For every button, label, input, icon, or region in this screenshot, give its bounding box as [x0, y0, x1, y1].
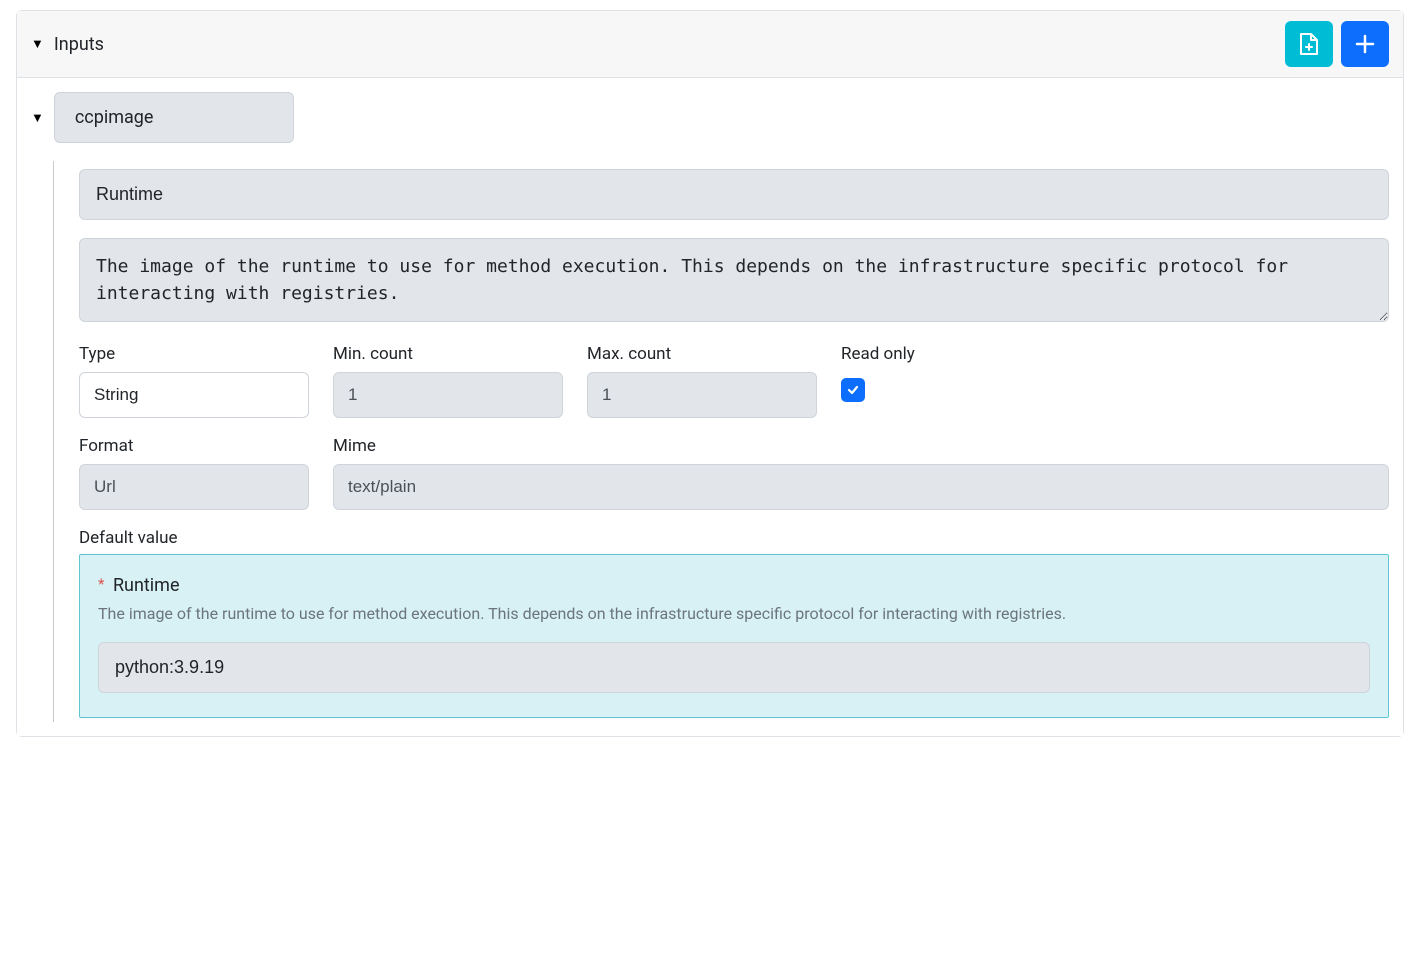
entry-title-field[interactable]: [79, 169, 1389, 220]
max-count-group: Max. count: [587, 344, 817, 418]
max-count-label: Max. count: [587, 344, 817, 364]
mime-label: Mime: [333, 436, 1389, 456]
entry-details: The image of the runtime to use for meth…: [53, 161, 1389, 722]
collapse-toggle-icon[interactable]: ▼: [31, 36, 44, 52]
plus-icon: [1354, 33, 1376, 55]
properties-row-1: Type Min. count Max. count Read only: [79, 344, 1389, 418]
check-icon: [846, 383, 860, 397]
min-count-group: Min. count: [333, 344, 563, 418]
read-only-group: Read only: [841, 344, 1071, 402]
format-group: Format: [79, 436, 309, 510]
entry-header-row: ▼ ccpimage: [31, 92, 1389, 143]
entry-collapse-toggle-icon[interactable]: ▼: [31, 110, 44, 126]
default-value-input[interactable]: [98, 642, 1370, 693]
type-select[interactable]: [79, 372, 309, 418]
add-file-button[interactable]: [1285, 21, 1333, 67]
section-header-left: ▼ Inputs: [31, 34, 104, 55]
min-count-label: Min. count: [333, 344, 563, 364]
entry-name-field[interactable]: ccpimage: [54, 92, 294, 143]
inputs-section: ▼ Inputs: [16, 10, 1404, 737]
default-value-title: Runtime: [113, 575, 180, 596]
max-count-input[interactable]: [587, 372, 817, 418]
default-value-box: * Runtime The image of the runtime to us…: [79, 554, 1389, 718]
type-group: Type: [79, 344, 309, 418]
default-value-description: The image of the runtime to use for meth…: [98, 602, 1370, 626]
properties-row-2: Format Mime: [79, 436, 1389, 510]
section-header: ▼ Inputs: [17, 11, 1403, 78]
type-label: Type: [79, 344, 309, 364]
read-only-checkbox[interactable]: [841, 378, 865, 402]
mime-input[interactable]: [333, 464, 1389, 510]
header-actions: [1285, 21, 1389, 67]
mime-group: Mime: [333, 436, 1389, 510]
entry-description-field[interactable]: The image of the runtime to use for meth…: [79, 238, 1389, 322]
section-body: ▼ ccpimage The image of the runtime to u…: [17, 78, 1403, 736]
default-value-label: Default value: [79, 528, 1389, 548]
add-button[interactable]: [1341, 21, 1389, 67]
required-asterisk-icon: *: [98, 575, 104, 593]
default-value-title-row: * Runtime: [98, 575, 1370, 596]
file-plus-icon: [1298, 32, 1320, 56]
read-only-label: Read only: [841, 344, 1071, 364]
format-input[interactable]: [79, 464, 309, 510]
format-label: Format: [79, 436, 309, 456]
min-count-input[interactable]: [333, 372, 563, 418]
section-title: Inputs: [54, 34, 104, 55]
